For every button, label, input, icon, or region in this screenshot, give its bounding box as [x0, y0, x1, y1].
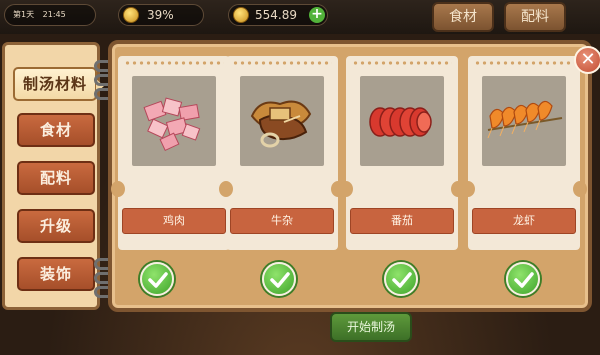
ingredient-label: 鸡肉: [122, 208, 226, 234]
chicken-meat-icon: [132, 76, 216, 166]
time-label: 21:45: [42, 10, 66, 19]
seasoning-top-button[interactable]: 配料: [504, 2, 566, 32]
ingredient-card-lobster[interactable]: 龙虾: [461, 56, 587, 250]
check-icon: [514, 272, 534, 288]
ticket-perforation: [124, 61, 224, 65]
select-lobster-check[interactable]: [506, 262, 540, 296]
ingredient-card-tomato[interactable]: 番茄: [339, 56, 465, 250]
percent-value: 39%: [147, 8, 174, 22]
ingredient-label: 番茄: [350, 208, 454, 234]
start-cooking-button[interactable]: 开始制汤: [330, 312, 412, 342]
close-icon[interactable]: ✕: [574, 46, 600, 74]
beef-offal-icon: [240, 76, 324, 166]
coin-icon: [233, 7, 249, 23]
ticket-notch: [219, 181, 233, 197]
check-icon: [270, 272, 290, 288]
ticket-notch: [111, 181, 125, 197]
select-chicken-check[interactable]: [140, 262, 174, 296]
ingredient-card-chicken[interactable]: 鸡肉: [111, 56, 237, 250]
category-menu: 制汤材料 食材 配料 升级 装饰: [2, 42, 104, 310]
lobster-skewer-icon: [482, 76, 566, 166]
ticket-notch: [339, 181, 353, 197]
day-label: 第1天: [13, 10, 35, 19]
select-tomato-check[interactable]: [384, 262, 418, 296]
menu-item-decoration[interactable]: 装饰: [17, 257, 95, 291]
check-icon: [148, 272, 168, 288]
money-value: 554.89: [255, 8, 297, 22]
percent-indicator: 39%: [118, 4, 204, 26]
day-indicator: 第1天 21:45: [4, 4, 96, 26]
ingredient-card-beef-offal[interactable]: 牛杂: [219, 56, 345, 250]
menu-item-food[interactable]: 食材: [17, 113, 95, 147]
money-indicator: 554.89 +: [228, 4, 328, 26]
ticket-perforation: [232, 61, 332, 65]
add-money-button[interactable]: +: [309, 7, 325, 23]
menu-item-upgrade[interactable]: 升级: [17, 209, 95, 243]
ticket-notch: [573, 181, 587, 197]
smile-coin-icon: [123, 7, 139, 23]
food-top-button[interactable]: 食材: [432, 2, 494, 32]
ingredient-label: 龙虾: [472, 208, 576, 234]
ingredient-label: 牛杂: [230, 208, 334, 234]
top-hud: 第1天 21:45 39% 554.89 + 食材 配料: [0, 0, 600, 34]
tomato-slices-icon: [360, 76, 444, 166]
menu-item-seasoning[interactable]: 配料: [17, 161, 95, 195]
ticket-perforation: [352, 61, 452, 65]
ticket-notch: [461, 181, 475, 197]
menu-item-soup-ingredients[interactable]: 制汤材料: [13, 67, 104, 101]
ticket-perforation: [474, 61, 574, 65]
check-icon: [392, 272, 412, 288]
select-beef-offal-check[interactable]: [262, 262, 296, 296]
